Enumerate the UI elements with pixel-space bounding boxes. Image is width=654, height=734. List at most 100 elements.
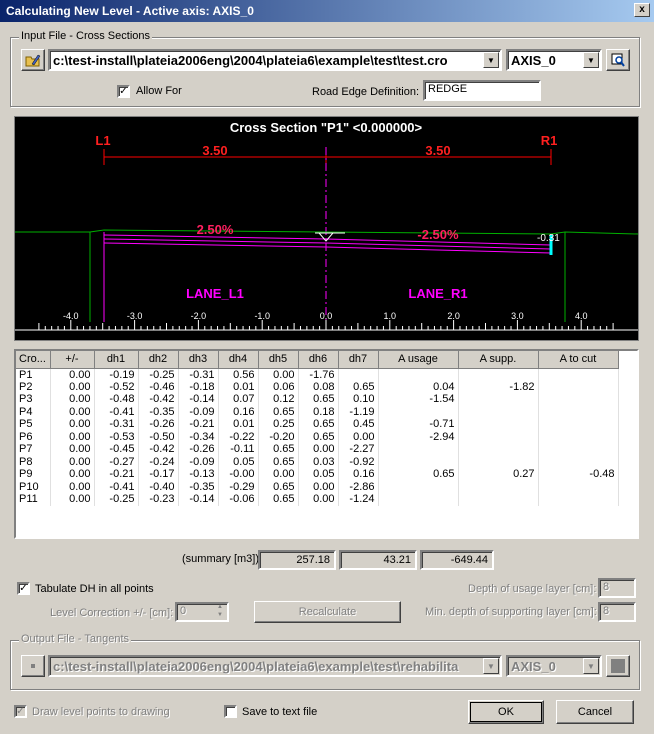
table-cell: 0.04 — [378, 380, 459, 393]
output-file-button[interactable] — [21, 655, 45, 677]
table-row[interactable]: P10 0.00 -0.41 -0.40 -0.35 -0.29 0.65 0.00 -2.86 — [16, 480, 619, 493]
table-cell — [378, 480, 459, 493]
chevron-down-icon[interactable]: ▼ — [583, 52, 599, 68]
table-cell: -0.09 — [178, 405, 219, 418]
table-row[interactable]: P3 0.00 -0.48 -0.42 -0.14 0.07 0.12 0.65 0.10 -1.… — [16, 393, 619, 406]
summary-cut: -649.44 — [420, 550, 494, 570]
table-row[interactable]: P11 0.00 -0.25 -0.23 -0.14 -0.06 0.65 0.00 -1.24 — [16, 493, 619, 506]
table-cell: -0.50 — [138, 430, 179, 443]
point-l1-label: L1 — [95, 133, 110, 148]
cancel-button[interactable]: Cancel — [556, 700, 634, 724]
allow-for-checkbox[interactable]: ✓ — [117, 85, 130, 98]
recalculate-button[interactable]: Recalculate — [254, 601, 401, 623]
table-row[interactable]: P2 0.00 -0.52 -0.46 -0.18 0.01 0.06 0.08 0.65 0.0… — [16, 380, 619, 393]
input-axis-combo[interactable]: AXIS_0 ▼ — [506, 49, 602, 71]
chevron-down-icon[interactable]: ▼ — [483, 658, 499, 674]
table-row[interactable]: P7 0.00 -0.45 -0.42 -0.26 -0.11 0.65 0.00 -2.27 — [16, 443, 619, 456]
column-header[interactable]: Cro... — [16, 351, 51, 369]
table-cell — [378, 455, 459, 468]
output-axis-combo[interactable]: AXIS_0 ▼ — [506, 655, 602, 677]
table-cell: -0.14 — [178, 393, 219, 406]
table-cell: 0.07 — [218, 393, 259, 406]
tabulate-dh-label: Tabulate DH in all points — [35, 583, 154, 595]
column-header[interactable]: dh1 — [94, 351, 139, 369]
table-cell: -0.29 — [218, 480, 259, 493]
table-cell: -1.76 — [298, 368, 339, 381]
table-row[interactable]: P9 0.00 -0.21 -0.17 -0.13 -0.00 0.00 0.05 0.16 0.… — [16, 468, 619, 481]
table-row[interactable]: P1 0.00 -0.19 -0.25 -0.31 0.56 0.00 -1.76 — [16, 368, 619, 381]
table-cell: 0.00 — [338, 430, 379, 443]
level-correction-input[interactable]: 0 ▲ ▼ — [175, 602, 229, 622]
chevron-down-icon[interactable]: ▼ — [483, 52, 499, 68]
table-cell: 0.03 — [298, 455, 339, 468]
table-cell: -0.92 — [338, 455, 379, 468]
table-cell: -0.46 — [138, 380, 179, 393]
ok-button[interactable]: OK — [468, 700, 544, 724]
table-cell — [458, 418, 539, 431]
table-cell: -0.06 — [218, 493, 259, 506]
table-cell: P10 — [16, 480, 51, 493]
table-cell: -0.35 — [138, 405, 179, 418]
table-cell: -2.27 — [338, 443, 379, 456]
output-file-combo[interactable]: c:\test-install\plateia2006eng\2004\plat… — [48, 655, 502, 677]
table-cell: -0.21 — [94, 468, 139, 481]
spin-down-icon[interactable]: ▼ — [213, 612, 227, 620]
table-cell: P7 — [16, 443, 51, 456]
table-row[interactable]: P4 0.00 -0.41 -0.35 -0.09 0.16 0.65 0.18 -1.19 — [16, 405, 619, 418]
table-row[interactable]: P8 0.00 -0.27 -0.24 -0.09 0.05 0.65 0.03 -0.92 — [16, 455, 619, 468]
column-header[interactable]: dh2 — [138, 351, 179, 369]
results-table[interactable]: Cro... +/- dh1 dh2 dh3 dh4 dh5 dh6 dh7 A usage A s… — [14, 349, 639, 539]
table-row[interactable]: P6 0.00 -0.53 -0.50 -0.34 -0.22 -0.20 0.65 0.00-… — [16, 430, 619, 443]
chevron-down-icon[interactable]: ▼ — [583, 658, 599, 674]
table-cell: -0.13 — [178, 468, 219, 481]
table-cell: -0.09 — [178, 455, 219, 468]
close-button[interactable]: x — [634, 3, 650, 17]
output-group-label: Output File - Tangents — [19, 633, 132, 645]
table-cell: P3 — [16, 393, 51, 406]
column-header[interactable]: A usage — [378, 351, 459, 369]
cross-section-view[interactable]: Cross Section "P1" <0.000000> L1 R1 3.50… — [14, 116, 639, 341]
input-file-combo[interactable]: c:\test-install\plateia2006eng\2004\plat… — [48, 49, 502, 71]
column-header[interactable]: A to cut — [538, 351, 619, 369]
column-header[interactable]: dh5 — [258, 351, 299, 369]
column-header[interactable]: dh7 — [338, 351, 379, 369]
table-cell: 0.16 — [338, 468, 379, 481]
table-cell: 0.00 — [50, 443, 95, 456]
table-cell: 0.01 — [218, 418, 259, 431]
table-cell: 0.65 — [338, 380, 379, 393]
table-cell: -0.52 — [94, 380, 139, 393]
open-file-button[interactable] — [21, 49, 45, 71]
column-header[interactable]: dh4 — [218, 351, 259, 369]
output-color-button[interactable] — [606, 655, 630, 677]
level-correction-label: Level Correction +/- [cm]: — [50, 607, 174, 619]
min-depth-input[interactable]: 8 — [598, 602, 636, 622]
table-cell — [538, 380, 619, 393]
column-header[interactable]: A supp. — [458, 351, 539, 369]
output-file-path: c:\test-install\plateia2006eng\2004\plat… — [53, 659, 459, 674]
spin-up-icon[interactable]: ▲ — [213, 604, 227, 612]
save-text-checkbox[interactable] — [224, 705, 237, 718]
axis-pick-button[interactable] — [606, 49, 630, 71]
road-edge-value: REDGE — [428, 83, 468, 95]
table-cell — [458, 405, 539, 418]
ruler-label: -1.0 — [254, 311, 270, 321]
table-cell: -0.42 — [138, 443, 179, 456]
draw-points-checkbox[interactable]: ✓ — [14, 705, 27, 718]
summary-supp: 43.21 — [339, 550, 417, 570]
column-header[interactable]: dh3 — [178, 351, 219, 369]
table-cell: P5 — [16, 418, 51, 431]
table-cell: 0.45 — [338, 418, 379, 431]
column-header[interactable]: +/- — [50, 351, 95, 369]
depth-usage-input[interactable]: 8 — [598, 578, 636, 598]
tabulate-dh-checkbox[interactable]: ✓ — [17, 582, 30, 595]
column-header[interactable]: dh6 — [298, 351, 339, 369]
ruler-labels: -4.0 -3.0 -2.0 -1.0 0.0 1.0 2.0 3.0 4.0 — [63, 311, 587, 321]
table-cell: -0.31 — [178, 368, 219, 381]
road-surface-bottom — [103, 242, 552, 254]
table-row[interactable]: P5 0.00 -0.31 -0.26 -0.21 0.01 0.25 0.65 0.45 -0.… — [16, 418, 619, 431]
road-edge-input[interactable]: REDGE — [423, 80, 541, 101]
table-cell: P11 — [16, 493, 51, 506]
input-axis-value: AXIS_0 — [511, 53, 556, 68]
table-cell: -0.00 — [218, 468, 259, 481]
input-file-path: c:\test-install\plateia2006eng\2004\plat… — [53, 53, 448, 68]
